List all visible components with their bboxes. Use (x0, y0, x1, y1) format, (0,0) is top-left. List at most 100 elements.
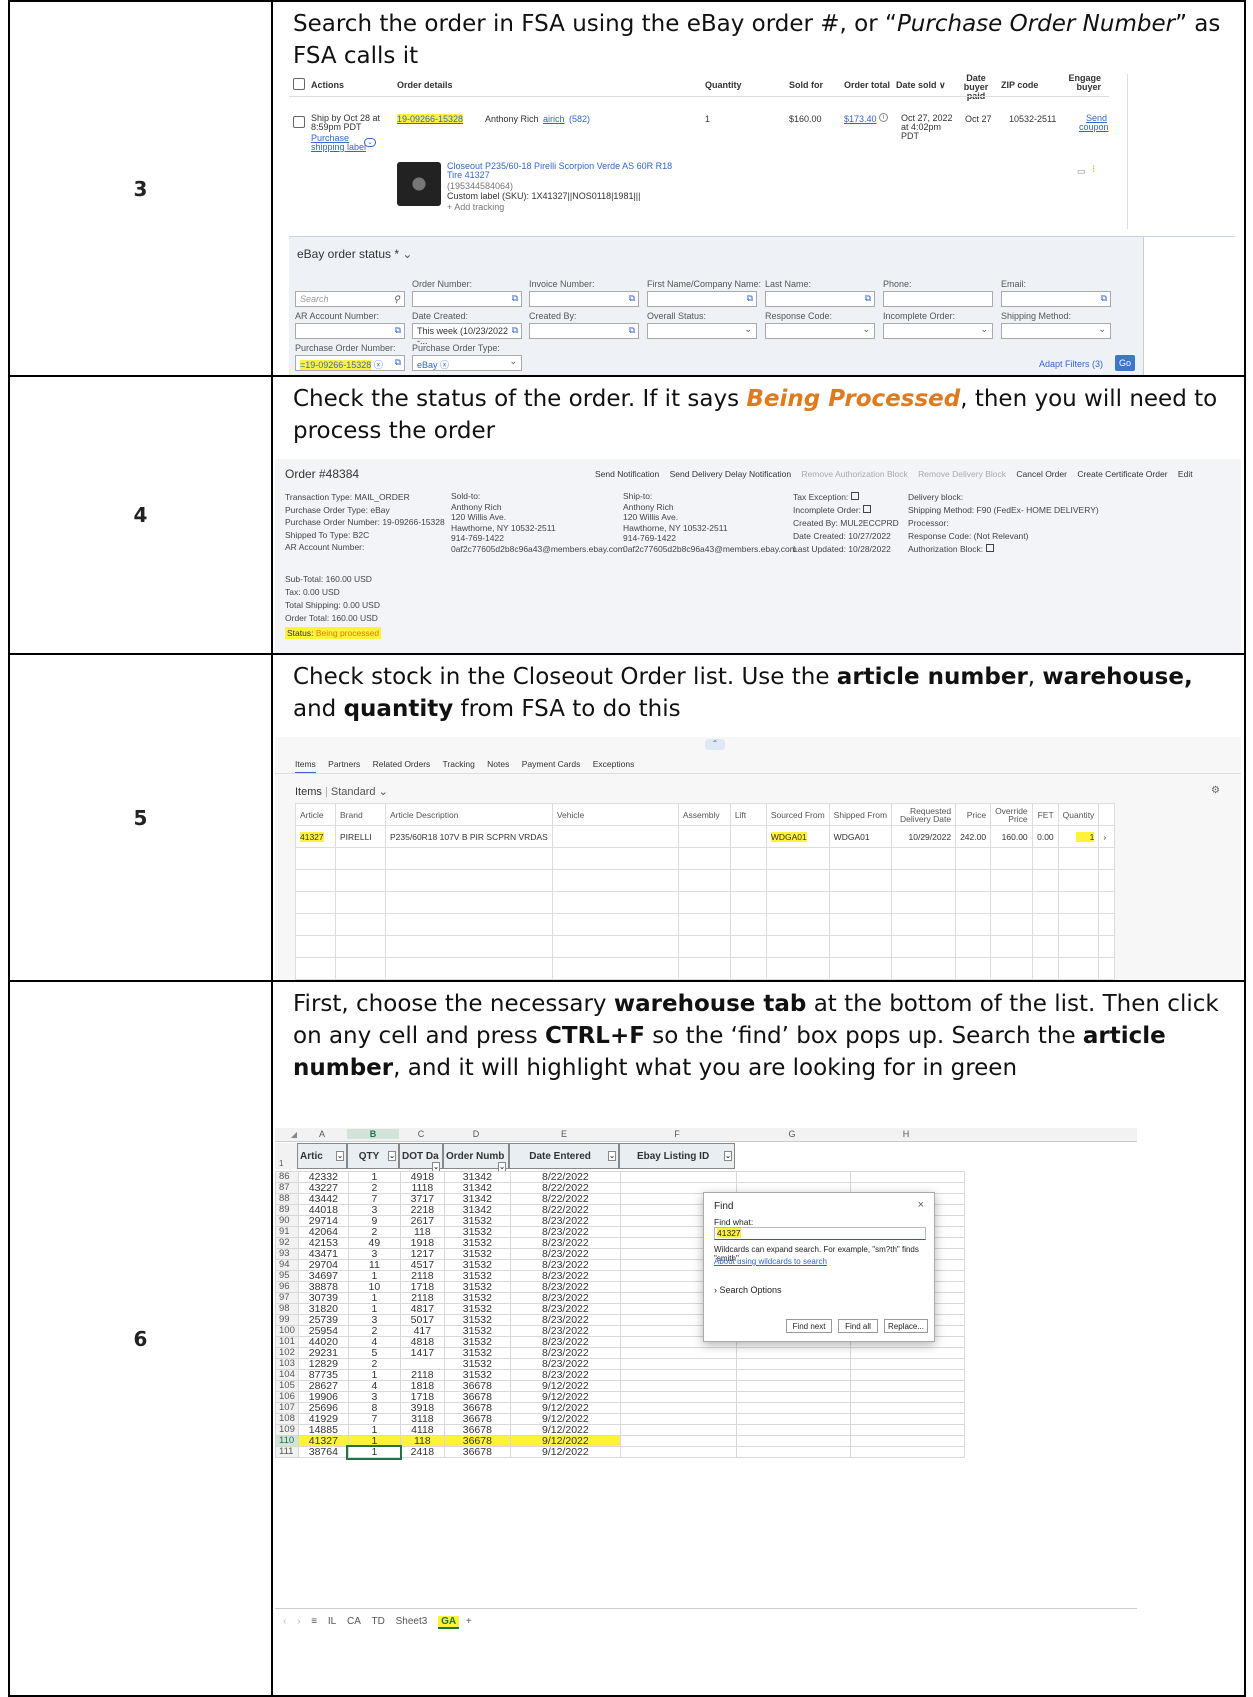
shipping-method-select[interactable]: ⌄ (1001, 323, 1111, 339)
date-created-field[interactable]: This week (10/23/2022 -... ⧉ (412, 323, 522, 346)
find-next-button[interactable]: Find next (786, 1319, 832, 1333)
sheet-tab-td[interactable]: TD (372, 1616, 385, 1627)
create-certificate-order-button[interactable]: Create Certificate Order (1077, 469, 1167, 479)
table-row[interactable]: 106 19906 3 1718 36678 9/12/2022 (275, 1391, 965, 1403)
send-coupon-link[interactable]: Send coupon (1079, 114, 1109, 132)
tab-tracking[interactable]: Tracking (443, 759, 475, 769)
table-row[interactable]: 110 41327 1 118 36678 9/12/2022 (275, 1435, 965, 1447)
po-number-field[interactable]: =19-09266-15328 ⓧ ⧉ (295, 355, 405, 371)
sheet-tab-ca[interactable]: CA (347, 1616, 361, 1627)
prev-sheet-icon[interactable]: ‹ (283, 1616, 286, 1627)
filter-dropdown-icon[interactable]: ⌄ (388, 1151, 396, 1161)
replace-button[interactable]: Replace... (884, 1319, 928, 1333)
go-button[interactable]: Go (1115, 355, 1135, 371)
col-letter[interactable]: C (399, 1129, 443, 1139)
chevron-down-icon[interactable]: ⌄ (379, 786, 388, 798)
collapse-icon[interactable]: ⌃ (705, 739, 725, 750)
sheet-tab-sheet3[interactable]: Sheet3 (396, 1616, 428, 1627)
table-row[interactable]: 104 87735 1 2118 31532 8/23/2022 (275, 1369, 965, 1381)
tab-items[interactable]: Items (295, 759, 316, 774)
value-help-icon[interactable]: ⧉ (747, 293, 753, 304)
col-date-sold[interactable]: Date sold ∨ (896, 80, 946, 91)
tax-exception-checkbox[interactable] (850, 492, 859, 500)
col-letter[interactable]: F (619, 1129, 735, 1139)
send-delay-notification-button[interactable]: Send Delivery Delay Notification (670, 469, 791, 479)
last-name-field[interactable]: ⧉ (765, 291, 875, 307)
ar-account-field[interactable]: ⧉ (295, 323, 405, 339)
incomplete-order-checkbox[interactable] (863, 505, 872, 513)
tire-image[interactable] (397, 162, 441, 206)
chevron-down-icon[interactable]: ⌄ (364, 138, 376, 147)
item-title-link[interactable]: Closeout P235/60-18 Pirelli Scorpion Ver… (447, 162, 677, 180)
sheet-tab-il[interactable]: IL (328, 1616, 336, 1627)
purchase-shipping-label-link[interactable]: Purchase shipping label (311, 134, 367, 152)
chevron-down-icon[interactable]: ⌄ (862, 324, 870, 335)
search-options-toggle[interactable]: › Search Options (714, 1285, 782, 1295)
chevron-down-icon[interactable]: ⌄ (402, 247, 412, 261)
overall-status-select[interactable]: ⌄ (647, 323, 757, 339)
edit-button[interactable]: Edit (1178, 469, 1193, 479)
order-total-link[interactable]: $173.40 (844, 114, 877, 124)
email-field[interactable]: ⧉ (1001, 291, 1111, 307)
value-help-icon[interactable]: ⧉ (629, 293, 635, 304)
value-help-icon[interactable]: ⧉ (395, 357, 401, 368)
fsa-page-title[interactable]: eBay order status * (297, 247, 399, 261)
next-sheet-icon[interactable]: › (297, 1616, 300, 1627)
chevron-right-icon[interactable]: › (1098, 825, 1116, 848)
settings-icon[interactable]: ⚙ (1211, 785, 1220, 796)
tab-notes[interactable]: Notes (487, 759, 509, 769)
sheet-tab-ga[interactable]: GA (438, 1616, 460, 1629)
item-row[interactable]: 41327 PIRELLI P235/60R18 107V B PIR SCPR… (295, 825, 1116, 848)
incomplete-order-select[interactable]: ⌄ (883, 323, 993, 339)
buyer-id-link[interactable]: airich (543, 114, 565, 124)
response-code-select[interactable]: ⌄ (765, 323, 875, 339)
calendar-icon[interactable]: ⧉ (512, 325, 518, 336)
close-icon[interactable]: × (918, 1199, 924, 1211)
authorization-block-checkbox[interactable] (985, 544, 994, 552)
tab-related-orders[interactable]: Related Orders (373, 759, 431, 769)
flag-icon[interactable]: ⁝ (1092, 164, 1095, 175)
invoice-number-field[interactable]: ⧉ (529, 291, 639, 307)
value-help-icon[interactable]: ⧉ (1101, 293, 1107, 304)
table-row[interactable]: 105 28627 4 1818 36678 9/12/2022 (275, 1380, 965, 1392)
value-help-icon[interactable]: ⧉ (865, 293, 871, 304)
remove-auth-block-button[interactable]: Remove Authorization Block (801, 469, 907, 479)
printer-icon[interactable]: ▭ (1077, 166, 1086, 177)
table-row[interactable]: 102 29231 5 1417 31532 8/23/2022 (275, 1347, 965, 1359)
tab-payment-cards[interactable]: Payment Cards (522, 759, 581, 769)
filter-dropdown-icon[interactable]: ⌄ (608, 1151, 616, 1161)
table-row[interactable]: 107 25696 8 3918 36678 9/12/2022 (275, 1402, 965, 1414)
wildcards-help-link[interactable]: About using wildcards to search (714, 1257, 827, 1266)
col-letter[interactable]: D (443, 1129, 509, 1139)
chevron-down-icon[interactable]: ⌄ (744, 324, 752, 335)
chevron-down-icon[interactable]: ⌄ (509, 356, 517, 367)
po-type-select[interactable]: eBay ⓧ ⌄ (412, 355, 522, 371)
filter-dropdown-icon[interactable]: ⌄ (724, 1151, 732, 1161)
table-row[interactable]: 111 38764 1 2418 36678 9/12/2022 (275, 1444, 965, 1460)
table-row[interactable]: 109 14885 1 4118 36678 9/12/2022 (275, 1424, 965, 1436)
select-all-corner[interactable]: ◢ (275, 1130, 297, 1139)
search-input[interactable]: Search ⚲ (295, 291, 405, 307)
sheet-list-icon[interactable]: ≡ (311, 1616, 317, 1627)
find-all-button[interactable]: Find all (838, 1319, 878, 1333)
col-letter[interactable]: B (347, 1129, 399, 1139)
variant-selector[interactable]: Standard (331, 786, 376, 798)
adapt-filters-button[interactable]: Adapt Filters (3) (1039, 359, 1103, 369)
info-icon[interactable]: i (879, 113, 888, 122)
phone-field[interactable] (883, 291, 993, 307)
remove-delivery-block-button[interactable]: Remove Delivery Block (918, 469, 1006, 479)
table-row[interactable]: 103 12829 2 31532 8/23/2022 (275, 1358, 965, 1370)
chevron-down-icon[interactable]: ⌄ (980, 324, 988, 335)
send-notification-button[interactable]: Send Notification (595, 469, 659, 479)
order-checkbox[interactable] (293, 116, 305, 128)
value-help-icon[interactable]: ⧉ (512, 293, 518, 304)
col-letter[interactable]: G (735, 1129, 849, 1139)
add-tracking-link[interactable]: + Add tracking (447, 202, 504, 212)
chevron-down-icon[interactable]: ⌄ (1098, 324, 1106, 335)
created-by-field[interactable]: ⧉ (529, 323, 639, 339)
search-icon[interactable]: ⚲ (393, 294, 400, 305)
tab-exceptions[interactable]: Exceptions (593, 759, 635, 769)
ebay-order-number[interactable]: 19-09266-15328 (397, 114, 464, 124)
col-letter[interactable]: A (297, 1129, 347, 1139)
order-number-field[interactable]: ⧉ (412, 291, 522, 307)
